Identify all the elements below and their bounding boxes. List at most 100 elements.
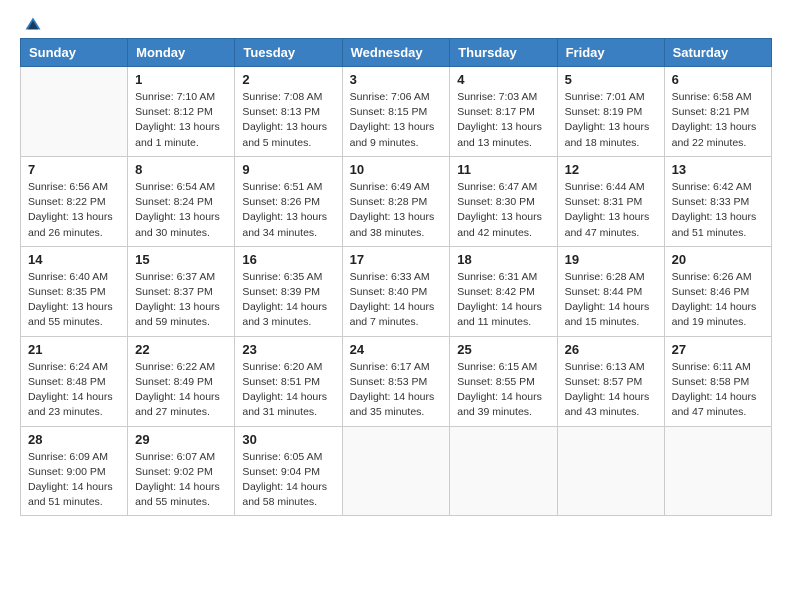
day-number: 4 xyxy=(457,72,549,87)
calendar-cell xyxy=(664,426,771,516)
day-detail: Sunrise: 6:49 AMSunset: 8:28 PMDaylight:… xyxy=(350,180,443,241)
day-number: 16 xyxy=(242,252,334,267)
day-detail: Sunrise: 7:06 AMSunset: 8:15 PMDaylight:… xyxy=(350,90,443,151)
day-number: 11 xyxy=(457,162,549,177)
day-detail: Sunrise: 6:33 AMSunset: 8:40 PMDaylight:… xyxy=(350,270,443,331)
calendar-cell: 30 Sunrise: 6:05 AMSunset: 9:04 PMDayligh… xyxy=(235,426,342,516)
calendar-cell xyxy=(450,426,557,516)
calendar-week-2: 14 Sunrise: 6:40 AMSunset: 8:35 PMDayligh… xyxy=(21,246,772,336)
day-number: 30 xyxy=(242,432,334,447)
day-number: 2 xyxy=(242,72,334,87)
calendar-cell: 12 Sunrise: 6:44 AMSunset: 8:31 PMDayligh… xyxy=(557,156,664,246)
calendar-cell: 24 Sunrise: 6:17 AMSunset: 8:53 PMDayligh… xyxy=(342,336,450,426)
calendar-cell: 15 Sunrise: 6:37 AMSunset: 8:37 PMDayligh… xyxy=(128,246,235,336)
calendar-cell: 4Sunrise: 7:03 AMSunset: 8:17 PMDaylight… xyxy=(450,67,557,157)
day-detail: Sunrise: 6:26 AMSunset: 8:46 PMDaylight:… xyxy=(672,270,764,331)
day-number: 26 xyxy=(565,342,657,357)
calendar-cell: 7 Sunrise: 6:56 AMSunset: 8:22 PMDaylight… xyxy=(21,156,128,246)
day-detail: Sunrise: 7:01 AMSunset: 8:19 PMDaylight:… xyxy=(565,90,657,151)
calendar-cell: 28 Sunrise: 6:09 AMSunset: 9:00 PMDayligh… xyxy=(21,426,128,516)
day-detail: Sunrise: 6:13 AMSunset: 8:57 PMDaylight:… xyxy=(565,360,657,421)
logo xyxy=(20,16,42,30)
header-friday: Friday xyxy=(557,39,664,67)
calendar-cell: 8Sunrise: 6:54 AMSunset: 8:24 PMDaylight… xyxy=(128,156,235,246)
day-number: 19 xyxy=(565,252,657,267)
day-number: 20 xyxy=(672,252,764,267)
calendar-cell: 3 Sunrise: 7:06 AMSunset: 8:15 PMDaylight… xyxy=(342,67,450,157)
day-detail: Sunrise: 6:11 AMSunset: 8:58 PMDaylight:… xyxy=(672,360,764,421)
calendar-cell: 17 Sunrise: 6:33 AMSunset: 8:40 PMDayligh… xyxy=(342,246,450,336)
calendar-cell: 25 Sunrise: 6:15 AMSunset: 8:55 PMDayligh… xyxy=(450,336,557,426)
day-detail: Sunrise: 6:37 AMSunset: 8:37 PMDaylight:… xyxy=(135,270,227,331)
calendar-cell: 10Sunrise: 6:49 AMSunset: 8:28 PMDayligh… xyxy=(342,156,450,246)
day-detail: Sunrise: 7:10 AMSunset: 8:12 PMDaylight:… xyxy=(135,90,227,151)
day-number: 23 xyxy=(242,342,334,357)
calendar-cell: 1 Sunrise: 7:10 AMSunset: 8:12 PMDaylight… xyxy=(128,67,235,157)
day-number: 17 xyxy=(350,252,443,267)
calendar-cell: 19 Sunrise: 6:28 AMSunset: 8:44 PMDayligh… xyxy=(557,246,664,336)
header-thursday: Thursday xyxy=(450,39,557,67)
day-detail: Sunrise: 6:58 AMSunset: 8:21 PMDaylight:… xyxy=(672,90,764,151)
day-detail: Sunrise: 6:15 AMSunset: 8:55 PMDaylight:… xyxy=(457,360,549,421)
day-number: 13 xyxy=(672,162,764,177)
calendar-cell: 18 Sunrise: 6:31 AMSunset: 8:42 PMDayligh… xyxy=(450,246,557,336)
day-number: 22 xyxy=(135,342,227,357)
calendar-cell: 5 Sunrise: 7:01 AMSunset: 8:19 PMDaylight… xyxy=(557,67,664,157)
calendar-cell: 27 Sunrise: 6:11 AMSunset: 8:58 PMDayligh… xyxy=(664,336,771,426)
day-detail: Sunrise: 6:51 AMSunset: 8:26 PMDaylight:… xyxy=(242,180,334,241)
header-saturday: Saturday xyxy=(664,39,771,67)
calendar-cell xyxy=(342,426,450,516)
day-detail: Sunrise: 6:40 AMSunset: 8:35 PMDaylight:… xyxy=(28,270,120,331)
day-number: 12 xyxy=(565,162,657,177)
header-sunday: Sunday xyxy=(21,39,128,67)
day-detail: Sunrise: 6:28 AMSunset: 8:44 PMDaylight:… xyxy=(565,270,657,331)
calendar-week-3: 21 Sunrise: 6:24 AMSunset: 8:48 PMDayligh… xyxy=(21,336,772,426)
calendar-cell: 23Sunrise: 6:20 AMSunset: 8:51 PMDayligh… xyxy=(235,336,342,426)
calendar-cell xyxy=(21,67,128,157)
day-detail: Sunrise: 6:22 AMSunset: 8:49 PMDaylight:… xyxy=(135,360,227,421)
logo-icon xyxy=(24,16,42,34)
day-detail: Sunrise: 6:09 AMSunset: 9:00 PMDaylight:… xyxy=(28,450,120,511)
header-wednesday: Wednesday xyxy=(342,39,450,67)
day-number: 9 xyxy=(242,162,334,177)
day-number: 1 xyxy=(135,72,227,87)
day-detail: Sunrise: 6:31 AMSunset: 8:42 PMDaylight:… xyxy=(457,270,549,331)
day-number: 14 xyxy=(28,252,120,267)
day-number: 3 xyxy=(350,72,443,87)
page-header xyxy=(20,16,772,30)
day-detail: Sunrise: 6:17 AMSunset: 8:53 PMDaylight:… xyxy=(350,360,443,421)
day-number: 27 xyxy=(672,342,764,357)
day-detail: Sunrise: 6:05 AMSunset: 9:04 PMDaylight:… xyxy=(242,450,334,511)
day-number: 7 xyxy=(28,162,120,177)
calendar-cell: 22 Sunrise: 6:22 AMSunset: 8:49 PMDayligh… xyxy=(128,336,235,426)
calendar-cell: 21 Sunrise: 6:24 AMSunset: 8:48 PMDayligh… xyxy=(21,336,128,426)
calendar-table: SundayMondayTuesdayWednesdayThursdayFrid… xyxy=(20,38,772,516)
day-number: 24 xyxy=(350,342,443,357)
day-number: 18 xyxy=(457,252,549,267)
calendar-cell: 26 Sunrise: 6:13 AMSunset: 8:57 PMDayligh… xyxy=(557,336,664,426)
day-detail: Sunrise: 6:42 AMSunset: 8:33 PMDaylight:… xyxy=(672,180,764,241)
calendar-cell xyxy=(557,426,664,516)
header-tuesday: Tuesday xyxy=(235,39,342,67)
day-number: 15 xyxy=(135,252,227,267)
day-detail: Sunrise: 6:44 AMSunset: 8:31 PMDaylight:… xyxy=(565,180,657,241)
day-detail: Sunrise: 6:56 AMSunset: 8:22 PMDaylight:… xyxy=(28,180,120,241)
day-number: 25 xyxy=(457,342,549,357)
day-detail: Sunrise: 6:35 AMSunset: 8:39 PMDaylight:… xyxy=(242,270,334,331)
calendar-cell: 20 Sunrise: 6:26 AMSunset: 8:46 PMDayligh… xyxy=(664,246,771,336)
calendar-cell: 16 Sunrise: 6:35 AMSunset: 8:39 PMDayligh… xyxy=(235,246,342,336)
calendar-week-0: 1 Sunrise: 7:10 AMSunset: 8:12 PMDaylight… xyxy=(21,67,772,157)
header-monday: Monday xyxy=(128,39,235,67)
day-detail: Sunrise: 7:08 AMSunset: 8:13 PMDaylight:… xyxy=(242,90,334,151)
day-number: 5 xyxy=(565,72,657,87)
calendar-header: SundayMondayTuesdayWednesdayThursdayFrid… xyxy=(21,39,772,67)
day-number: 21 xyxy=(28,342,120,357)
calendar-cell: 29Sunrise: 6:07 AMSunset: 9:02 PMDayligh… xyxy=(128,426,235,516)
calendar-week-4: 28 Sunrise: 6:09 AMSunset: 9:00 PMDayligh… xyxy=(21,426,772,516)
calendar-cell: 2 Sunrise: 7:08 AMSunset: 8:13 PMDaylight… xyxy=(235,67,342,157)
calendar-cell: 13 Sunrise: 6:42 AMSunset: 8:33 PMDayligh… xyxy=(664,156,771,246)
calendar-cell: 6Sunrise: 6:58 AMSunset: 8:21 PMDaylight… xyxy=(664,67,771,157)
calendar-week-1: 7 Sunrise: 6:56 AMSunset: 8:22 PMDaylight… xyxy=(21,156,772,246)
day-number: 28 xyxy=(28,432,120,447)
day-detail: Sunrise: 6:24 AMSunset: 8:48 PMDaylight:… xyxy=(28,360,120,421)
